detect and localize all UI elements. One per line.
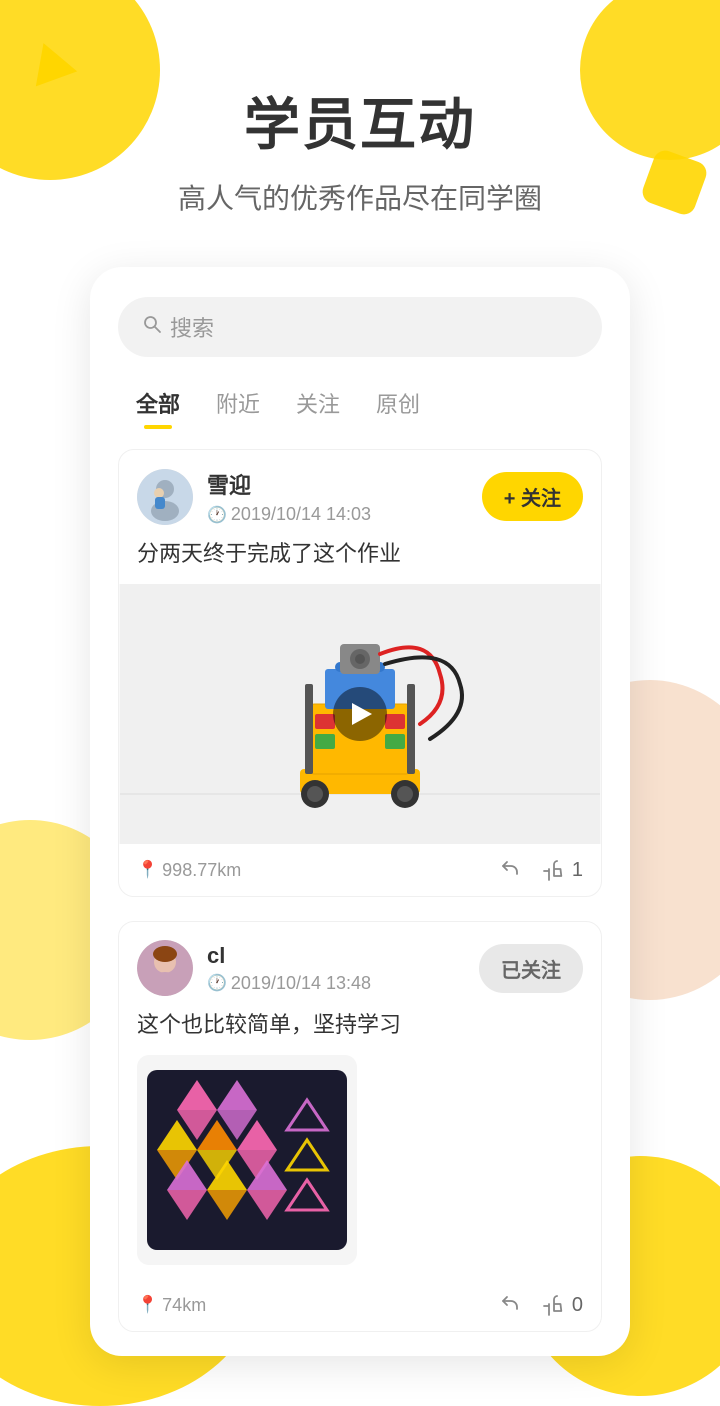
clock-icon-1: 🕐 (207, 505, 227, 525)
post-footer-1: 📍 998.77km 1 (119, 844, 601, 896)
search-placeholder: 搜索 (170, 311, 214, 343)
username-1: 雪迎 (207, 468, 482, 500)
like-count-2: 0 (572, 1294, 583, 1317)
footer-actions-2: 0 (498, 1293, 583, 1317)
follow-button-2[interactable]: 已关注 (479, 944, 583, 993)
location-pin-icon-2: 📍 (137, 1295, 158, 1315)
post-card-1: 雪迎 🕐 2019/10/14 14:03 + 关注 分两天终于完成了这个作业 (118, 449, 602, 897)
footer-actions-1: 1 (498, 858, 583, 882)
page-title: 学员互动 (244, 80, 476, 161)
user-info-2: cl 🕐 2019/10/14 13:48 (207, 943, 479, 994)
post-image-2[interactable] (137, 1055, 357, 1265)
user-info-1: 雪迎 🕐 2019/10/14 14:03 (207, 468, 482, 525)
phone-card: 搜索 全部 附近 关注 原创 (90, 267, 630, 1356)
play-button-1[interactable] (333, 687, 387, 741)
follow-button-1[interactable]: + 关注 (482, 472, 583, 521)
search-bar[interactable]: 搜索 (118, 297, 602, 357)
location-2: 📍 74km (137, 1295, 498, 1316)
post-footer-2: 📍 74km 0 (119, 1279, 601, 1331)
clock-icon-2: 🕐 (207, 973, 227, 993)
like-button-1[interactable]: 1 (542, 858, 583, 882)
tab-original[interactable]: 原创 (358, 381, 438, 429)
tab-follow[interactable]: 关注 (278, 381, 358, 429)
search-icon (142, 314, 162, 340)
main-content: 学员互动 高人气的优秀作品尽在同学圈 搜索 全部 附近 关注 原创 (0, 0, 720, 1356)
play-triangle-icon (352, 703, 372, 725)
post-time-1: 🕐 2019/10/14 14:03 (207, 504, 482, 525)
location-pin-icon: 📍 (137, 860, 158, 880)
like-count-1: 1 (572, 859, 583, 882)
tabs-bar: 全部 附近 关注 原创 (118, 381, 602, 429)
username-2: cl (207, 943, 479, 969)
post-time-2: 🕐 2019/10/14 13:48 (207, 973, 479, 994)
post-text-2: 这个也比较简单，坚持学习 (119, 1008, 601, 1055)
avatar-1 (137, 469, 193, 525)
post-image-1[interactable] (119, 584, 601, 844)
like-button-2[interactable]: 0 (542, 1293, 583, 1317)
tab-all[interactable]: 全部 (118, 381, 198, 429)
tab-nearby[interactable]: 附近 (198, 381, 278, 429)
page-subtitle: 高人气的优秀作品尽在同学圈 (178, 177, 542, 217)
post-header-2: cl 🕐 2019/10/14 13:48 已关注 (119, 922, 601, 1008)
avatar-2 (137, 940, 193, 996)
share-button-1[interactable] (498, 858, 522, 882)
post-card-2: cl 🕐 2019/10/14 13:48 已关注 这个也比较简单，坚持学习 (118, 921, 602, 1332)
post-text-1: 分两天终于完成了这个作业 (119, 537, 601, 584)
share-button-2[interactable] (498, 1293, 522, 1317)
post-header-1: 雪迎 🕐 2019/10/14 14:03 + 关注 (119, 450, 601, 537)
location-1: 📍 998.77km (137, 860, 498, 881)
